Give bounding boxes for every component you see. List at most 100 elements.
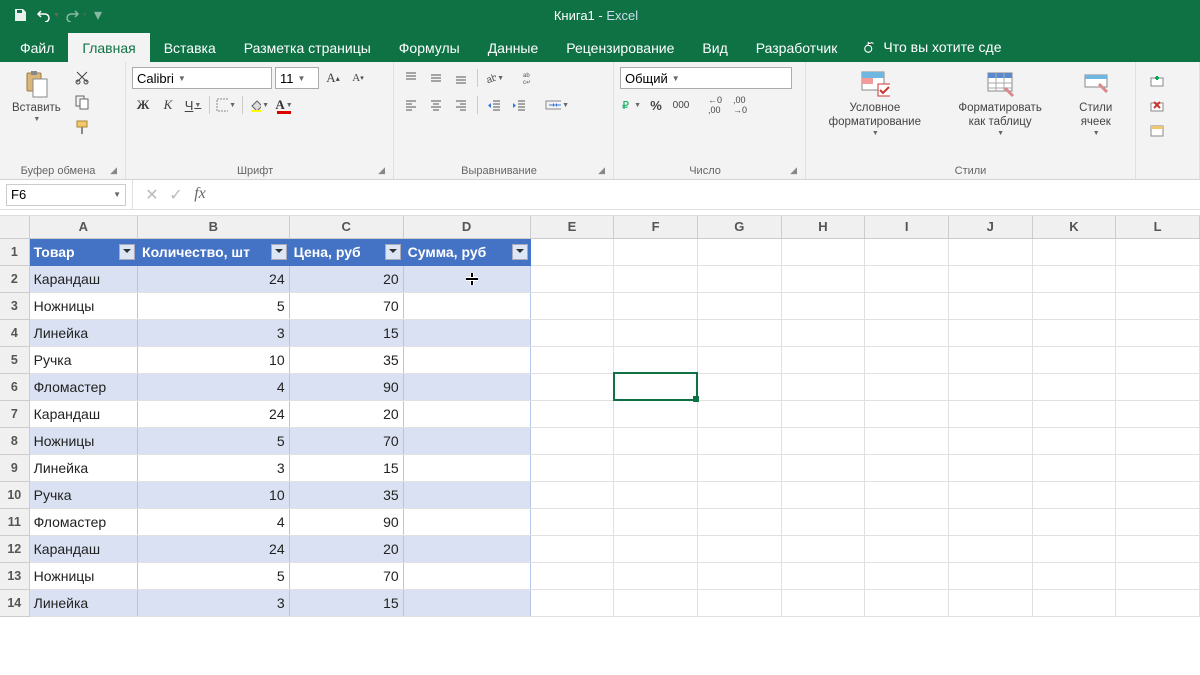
cell-I7[interactable] [865,400,949,427]
cell-C4[interactable]: 15 [289,319,403,346]
cell-E11[interactable] [530,508,614,535]
cell-B11[interactable]: 4 [138,508,290,535]
tab-developer[interactable]: Разработчик [742,33,852,62]
cell-C7[interactable]: 20 [289,400,403,427]
cell-K5[interactable] [1032,346,1116,373]
dialog-launcher-icon[interactable]: ◢ [790,165,799,176]
increase-indent-button[interactable] [508,94,530,116]
cell-B3[interactable]: 5 [138,292,290,319]
cell-G10[interactable] [697,481,781,508]
copy-button[interactable] [71,91,93,113]
cell-L11[interactable] [1116,508,1200,535]
cell-A3[interactable]: Ножницы [29,292,137,319]
cell-I2[interactable] [865,265,949,292]
filter-dropdown-icon[interactable] [119,244,135,260]
cell-E14[interactable] [530,589,614,616]
cell-A10[interactable]: Ручка [29,481,137,508]
fill-color-button[interactable]: ▼ [248,94,270,116]
cell-H7[interactable] [781,400,865,427]
cell-L13[interactable] [1116,562,1200,589]
tab-view[interactable]: Вид [688,33,741,62]
orientation-button[interactable]: ab▼ [483,67,505,89]
column-header[interactable]: I [865,216,949,238]
tab-insert[interactable]: Вставка [150,33,230,62]
tab-home[interactable]: Главная [68,33,149,62]
cell-styles-button[interactable]: Стили ячеек▼ [1073,66,1118,140]
column-header[interactable]: L [1116,216,1200,238]
cell-K11[interactable] [1032,508,1116,535]
row-header[interactable]: 6 [0,373,29,400]
cell-F7[interactable] [614,400,698,427]
cell-E13[interactable] [530,562,614,589]
cell-G13[interactable] [697,562,781,589]
cell-J12[interactable] [948,535,1032,562]
cell-F9[interactable] [614,454,698,481]
column-header[interactable]: A [29,216,137,238]
row-header[interactable]: 4 [0,319,29,346]
dialog-launcher-icon[interactable]: ◢ [378,165,387,176]
cell-H6[interactable] [781,373,865,400]
cell-C13[interactable]: 70 [289,562,403,589]
column-header[interactable]: C [289,216,403,238]
row-header[interactable]: 10 [0,481,29,508]
cell-J2[interactable] [948,265,1032,292]
row-header[interactable]: 2 [0,265,29,292]
cell-F6[interactable] [614,373,698,400]
insert-function-button[interactable]: fx [189,185,211,205]
cell-C8[interactable]: 70 [289,427,403,454]
cell-C3[interactable]: 70 [289,292,403,319]
cell-L5[interactable] [1116,346,1200,373]
align-middle-button[interactable] [425,67,447,89]
cell-H5[interactable] [781,346,865,373]
cell-H8[interactable] [781,427,865,454]
cell-G1[interactable] [697,238,781,265]
align-bottom-button[interactable] [450,67,472,89]
row-header[interactable]: 1 [0,238,29,265]
cell-K3[interactable] [1032,292,1116,319]
cell-A8[interactable]: Ножницы [29,427,137,454]
cell-D4[interactable] [403,319,530,346]
column-header[interactable]: J [948,216,1032,238]
cell-F14[interactable] [614,589,698,616]
cell-C14[interactable]: 15 [289,589,403,616]
cell-L4[interactable] [1116,319,1200,346]
cell-F2[interactable] [614,265,698,292]
cell-H2[interactable] [781,265,865,292]
worksheet-grid[interactable]: ABCDEFGHIJKL1ТоварКоличество, штЦена, ру… [0,216,1200,617]
dialog-launcher-icon[interactable]: ◢ [110,165,119,176]
cell-B14[interactable]: 3 [138,589,290,616]
cell-G6[interactable] [697,373,781,400]
cell-B9[interactable]: 3 [138,454,290,481]
number-format-combo[interactable]: Общий▼ [620,67,792,89]
row-header[interactable]: 14 [0,589,29,616]
cell-E6[interactable] [530,373,614,400]
bold-button[interactable]: Ж [132,94,154,116]
cell-G3[interactable] [697,292,781,319]
cell-K13[interactable] [1032,562,1116,589]
undo-button[interactable]: ▼ [36,3,60,27]
cell-J13[interactable] [948,562,1032,589]
cell-A5[interactable]: Ручка [29,346,137,373]
cell-F4[interactable] [614,319,698,346]
filter-dropdown-icon[interactable] [385,244,401,260]
grow-font-button[interactable]: A▴ [322,67,344,89]
cell-A7[interactable]: Карандаш [29,400,137,427]
cell-G9[interactable] [697,454,781,481]
comma-button[interactable]: 000 [670,94,692,116]
cell-A1[interactable]: Товар [29,238,137,265]
cell-C11[interactable]: 90 [289,508,403,535]
cell-G4[interactable] [697,319,781,346]
cell-J7[interactable] [948,400,1032,427]
decrease-indent-button[interactable] [483,94,505,116]
cell-I11[interactable] [865,508,949,535]
column-header[interactable]: K [1032,216,1116,238]
cell-A4[interactable]: Линейка [29,319,137,346]
accounting-format-button[interactable]: ₽▼ [620,94,642,116]
filter-dropdown-icon[interactable] [512,244,528,260]
cell-H9[interactable] [781,454,865,481]
cell-D14[interactable] [403,589,530,616]
cell-E2[interactable] [530,265,614,292]
tab-file[interactable]: Файл [6,33,68,62]
cell-L10[interactable] [1116,481,1200,508]
insert-cells-button[interactable] [1146,70,1168,92]
